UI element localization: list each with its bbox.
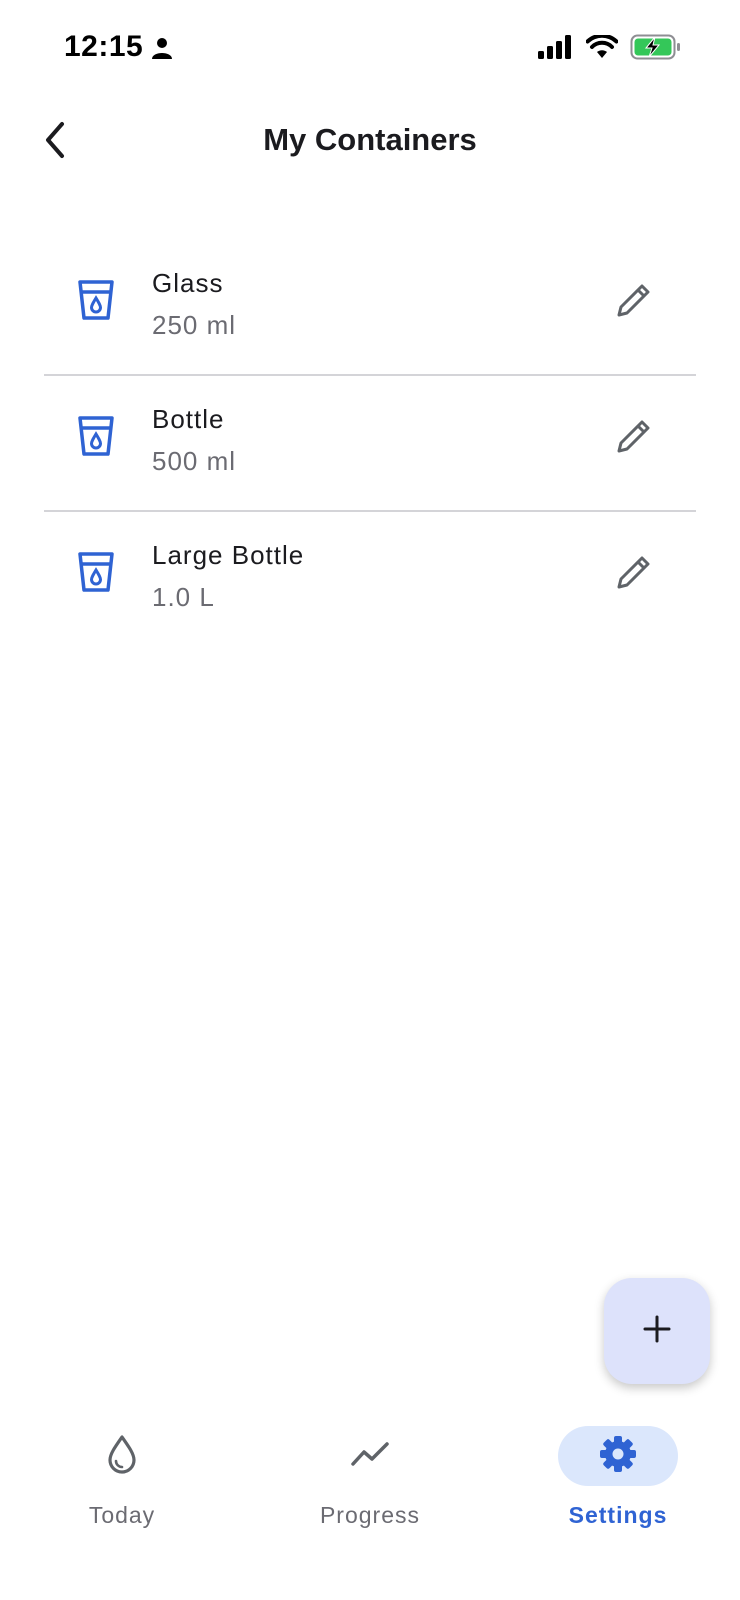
status-icons: [538, 33, 682, 65]
gear-icon: [599, 1435, 637, 1478]
container-list: Glass 250 ml Bottle 500 ml Large Bottle …: [44, 240, 696, 648]
container-size: 250 ml: [152, 310, 237, 340]
nav-icon-container: [62, 1426, 182, 1486]
cup-water-icon: [76, 278, 116, 322]
list-item[interactable]: Bottle 500 ml: [44, 376, 696, 512]
container-name: Bottle: [152, 404, 225, 434]
edit-container-button[interactable]: [612, 280, 656, 324]
add-container-button[interactable]: [604, 1278, 710, 1384]
signal-icon: [538, 35, 574, 64]
nav-label: Progress: [319, 1502, 421, 1528]
wifi-icon: [585, 33, 619, 64]
nav-item-today[interactable]: Today: [2, 1426, 242, 1546]
pencil-icon: [614, 552, 654, 597]
pencil-icon: [614, 280, 654, 325]
page-title: My Containers: [263, 122, 477, 157]
app-header: My Containers: [0, 100, 740, 190]
bottom-navigation: Today Progress Settings: [0, 1410, 740, 1600]
status-bar: 12:15: [0, 0, 740, 100]
plus-icon: [641, 1313, 673, 1350]
cup-water-icon: [76, 550, 116, 594]
trend-line-icon: [350, 1440, 390, 1473]
status-time: 12:15: [64, 30, 144, 63]
container-name: Large Bottle: [152, 540, 305, 570]
list-item[interactable]: Large Bottle 1.0 L: [44, 512, 696, 648]
battery-charging-icon: [630, 34, 682, 65]
list-item[interactable]: Glass 250 ml: [44, 240, 696, 376]
container-size: 1.0 L: [152, 582, 215, 612]
pencil-icon: [614, 416, 654, 461]
nav-icon-container: [310, 1426, 430, 1486]
nav-label: Today: [88, 1502, 156, 1528]
edit-container-button[interactable]: [612, 416, 656, 460]
nav-item-progress[interactable]: Progress: [250, 1426, 490, 1546]
person-icon: [150, 36, 174, 60]
nav-icon-container: [558, 1426, 678, 1486]
nav-label: Settings: [568, 1502, 668, 1528]
container-name: Glass: [152, 268, 224, 298]
container-size: 500 ml: [152, 446, 237, 476]
cup-water-icon: [76, 414, 116, 458]
edit-container-button[interactable]: [612, 552, 656, 596]
water-drop-icon: [105, 1434, 139, 1479]
nav-item-settings[interactable]: Settings: [498, 1426, 738, 1546]
